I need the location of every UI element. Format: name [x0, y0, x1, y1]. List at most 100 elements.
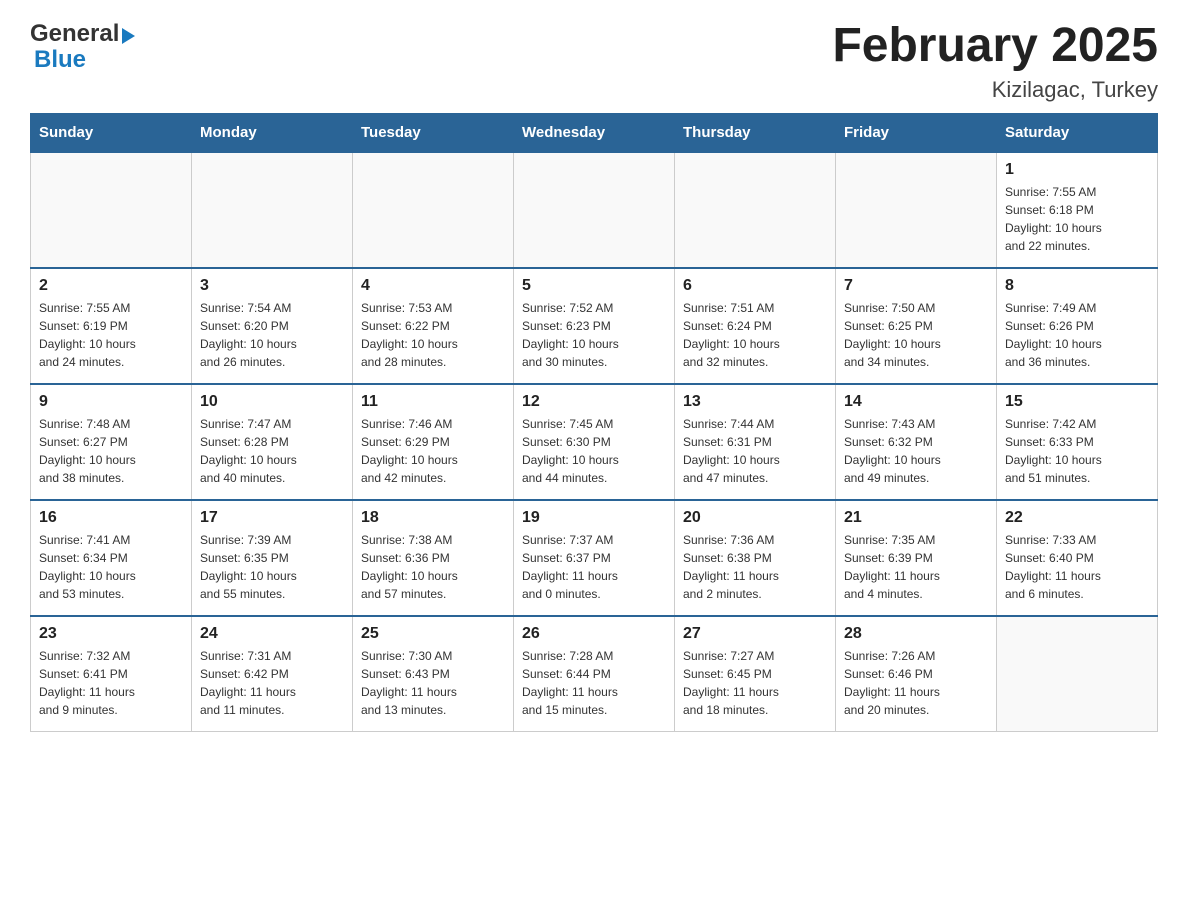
day-number: 9	[39, 393, 183, 411]
calendar-cell: 4 Sunrise: 7:53 AM Sunset: 6:22 PM Daylig…	[353, 268, 514, 384]
day-info: Sunrise: 7:33 AM Sunset: 6:40 PM Dayligh…	[1005, 531, 1149, 603]
day-info: Sunrise: 7:39 AM Sunset: 6:35 PM Dayligh…	[200, 531, 344, 603]
day-info: Sunrise: 7:35 AM Sunset: 6:39 PM Dayligh…	[844, 531, 988, 603]
calendar-cell: 15 Sunrise: 7:42 AM Sunset: 6:33 PM Dayli…	[997, 384, 1158, 500]
calendar-cell: 17 Sunrise: 7:39 AM Sunset: 6:35 PM Dayli…	[192, 500, 353, 616]
calendar-subtitle: Kizilagac, Turkey	[832, 77, 1158, 103]
weekday-header-sunday: Sunday	[31, 113, 192, 152]
day-number: 26	[522, 625, 666, 643]
day-number: 11	[361, 393, 505, 411]
day-number: 12	[522, 393, 666, 411]
calendar-cell: 2 Sunrise: 7:55 AM Sunset: 6:19 PM Daylig…	[31, 268, 192, 384]
day-info: Sunrise: 7:55 AM Sunset: 6:19 PM Dayligh…	[39, 299, 183, 371]
calendar-cell: 25 Sunrise: 7:30 AM Sunset: 6:43 PM Dayli…	[353, 616, 514, 732]
calendar-cell: 28Sunrise: 7:26 AM Sunset: 6:46 PM Dayli…	[836, 616, 997, 732]
day-number: 21	[844, 509, 988, 527]
calendar-week-row: 1 Sunrise: 7:55 AM Sunset: 6:18 PM Daylig…	[31, 152, 1158, 268]
weekday-header-thursday: Thursday	[675, 113, 836, 152]
day-info: Sunrise: 7:50 AM Sunset: 6:25 PM Dayligh…	[844, 299, 988, 371]
calendar-cell: 7 Sunrise: 7:50 AM Sunset: 6:25 PM Daylig…	[836, 268, 997, 384]
calendar-cell: 12Sunrise: 7:45 AM Sunset: 6:30 PM Dayli…	[514, 384, 675, 500]
calendar-cell	[675, 152, 836, 268]
day-info: Sunrise: 7:48 AM Sunset: 6:27 PM Dayligh…	[39, 415, 183, 487]
calendar-cell	[997, 616, 1158, 732]
day-info: Sunrise: 7:28 AM Sunset: 6:44 PM Dayligh…	[522, 647, 666, 719]
day-number: 18	[361, 509, 505, 527]
day-info: Sunrise: 7:54 AM Sunset: 6:20 PM Dayligh…	[200, 299, 344, 371]
logo-triangle-icon	[122, 28, 135, 44]
calendar-cell: 3 Sunrise: 7:54 AM Sunset: 6:20 PM Daylig…	[192, 268, 353, 384]
day-number: 7	[844, 277, 988, 295]
day-info: Sunrise: 7:51 AM Sunset: 6:24 PM Dayligh…	[683, 299, 827, 371]
calendar-cell	[192, 152, 353, 268]
day-number: 24	[200, 625, 344, 643]
weekday-header-wednesday: Wednesday	[514, 113, 675, 152]
weekday-header-row: SundayMondayTuesdayWednesdayThursdayFrid…	[31, 113, 1158, 152]
day-number: 19	[522, 509, 666, 527]
calendar-week-row: 2 Sunrise: 7:55 AM Sunset: 6:19 PM Daylig…	[31, 268, 1158, 384]
day-number: 6	[683, 277, 827, 295]
day-info: Sunrise: 7:49 AM Sunset: 6:26 PM Dayligh…	[1005, 299, 1149, 371]
day-number: 2	[39, 277, 183, 295]
day-number: 15	[1005, 393, 1149, 411]
weekday-header-saturday: Saturday	[997, 113, 1158, 152]
page-header: General Blue February 2025 Kizilagac, Tu…	[30, 20, 1158, 103]
calendar-cell: 23 Sunrise: 7:32 AM Sunset: 6:41 PM Dayli…	[31, 616, 192, 732]
day-info: Sunrise: 7:46 AM Sunset: 6:29 PM Dayligh…	[361, 415, 505, 487]
calendar-cell: 20 Sunrise: 7:36 AM Sunset: 6:38 PM Dayli…	[675, 500, 836, 616]
calendar-cell: 8 Sunrise: 7:49 AM Sunset: 6:26 PM Daylig…	[997, 268, 1158, 384]
day-number: 23	[39, 625, 183, 643]
day-info: Sunrise: 7:53 AM Sunset: 6:22 PM Dayligh…	[361, 299, 505, 371]
calendar-week-row: 9 Sunrise: 7:48 AM Sunset: 6:27 PM Daylig…	[31, 384, 1158, 500]
calendar-cell	[514, 152, 675, 268]
day-number: 20	[683, 509, 827, 527]
calendar-cell: 21 Sunrise: 7:35 AM Sunset: 6:39 PM Dayli…	[836, 500, 997, 616]
weekday-header-monday: Monday	[192, 113, 353, 152]
day-number: 8	[1005, 277, 1149, 295]
calendar-cell: 16 Sunrise: 7:41 AM Sunset: 6:34 PM Dayli…	[31, 500, 192, 616]
calendar-cell: 6 Sunrise: 7:51 AM Sunset: 6:24 PM Daylig…	[675, 268, 836, 384]
day-number: 16	[39, 509, 183, 527]
calendar-cell	[31, 152, 192, 268]
day-number: 25	[361, 625, 505, 643]
logo: General Blue	[30, 20, 135, 74]
day-number: 13	[683, 393, 827, 411]
day-info: Sunrise: 7:38 AM Sunset: 6:36 PM Dayligh…	[361, 531, 505, 603]
day-info: Sunrise: 7:52 AM Sunset: 6:23 PM Dayligh…	[522, 299, 666, 371]
title-area: February 2025 Kizilagac, Turkey	[832, 20, 1158, 103]
day-info: Sunrise: 7:26 AM Sunset: 6:46 PM Dayligh…	[844, 647, 988, 719]
calendar-week-row: 23 Sunrise: 7:32 AM Sunset: 6:41 PM Dayli…	[31, 616, 1158, 732]
calendar-cell: 11 Sunrise: 7:46 AM Sunset: 6:29 PM Dayli…	[353, 384, 514, 500]
day-number: 1	[1005, 161, 1149, 179]
day-number: 17	[200, 509, 344, 527]
day-info: Sunrise: 7:47 AM Sunset: 6:28 PM Dayligh…	[200, 415, 344, 487]
calendar-cell: 19 Sunrise: 7:37 AM Sunset: 6:37 PM Dayli…	[514, 500, 675, 616]
logo-general-text: General	[30, 20, 119, 48]
day-info: Sunrise: 7:36 AM Sunset: 6:38 PM Dayligh…	[683, 531, 827, 603]
calendar-cell: 18 Sunrise: 7:38 AM Sunset: 6:36 PM Dayli…	[353, 500, 514, 616]
day-info: Sunrise: 7:37 AM Sunset: 6:37 PM Dayligh…	[522, 531, 666, 603]
calendar-cell: 13Sunrise: 7:44 AM Sunset: 6:31 PM Dayli…	[675, 384, 836, 500]
day-number: 14	[844, 393, 988, 411]
calendar-cell: 22Sunrise: 7:33 AM Sunset: 6:40 PM Dayli…	[997, 500, 1158, 616]
day-number: 10	[200, 393, 344, 411]
calendar-cell: 27Sunrise: 7:27 AM Sunset: 6:45 PM Dayli…	[675, 616, 836, 732]
day-number: 4	[361, 277, 505, 295]
logo-blue-text: Blue	[34, 46, 86, 73]
calendar-cell: 1 Sunrise: 7:55 AM Sunset: 6:18 PM Daylig…	[997, 152, 1158, 268]
calendar-title: February 2025	[832, 20, 1158, 73]
calendar-header: SundayMondayTuesdayWednesdayThursdayFrid…	[31, 113, 1158, 152]
day-info: Sunrise: 7:43 AM Sunset: 6:32 PM Dayligh…	[844, 415, 988, 487]
calendar-cell: 9 Sunrise: 7:48 AM Sunset: 6:27 PM Daylig…	[31, 384, 192, 500]
calendar-cell: 5Sunrise: 7:52 AM Sunset: 6:23 PM Daylig…	[514, 268, 675, 384]
calendar-body: 1 Sunrise: 7:55 AM Sunset: 6:18 PM Daylig…	[31, 152, 1158, 732]
day-info: Sunrise: 7:41 AM Sunset: 6:34 PM Dayligh…	[39, 531, 183, 603]
day-info: Sunrise: 7:55 AM Sunset: 6:18 PM Dayligh…	[1005, 183, 1149, 255]
day-info: Sunrise: 7:32 AM Sunset: 6:41 PM Dayligh…	[39, 647, 183, 719]
calendar-table: SundayMondayTuesdayWednesdayThursdayFrid…	[30, 113, 1158, 732]
day-number: 3	[200, 277, 344, 295]
day-info: Sunrise: 7:42 AM Sunset: 6:33 PM Dayligh…	[1005, 415, 1149, 487]
day-info: Sunrise: 7:30 AM Sunset: 6:43 PM Dayligh…	[361, 647, 505, 719]
calendar-cell: 14 Sunrise: 7:43 AM Sunset: 6:32 PM Dayli…	[836, 384, 997, 500]
calendar-cell: 24Sunrise: 7:31 AM Sunset: 6:42 PM Dayli…	[192, 616, 353, 732]
